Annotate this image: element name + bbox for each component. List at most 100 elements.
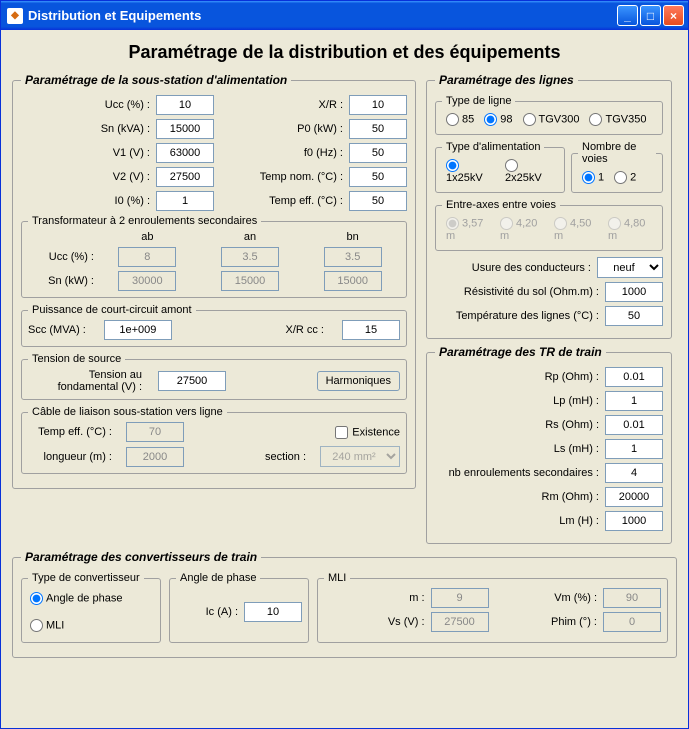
scc-group: Puissance de court-circuit amont Scc (MV… [21,304,407,347]
maximize-button[interactable]: □ [640,5,661,26]
cable-exist-label[interactable]: Existence [335,426,400,439]
cable-legend: Câble de liaison sous-station vers ligne [28,406,227,418]
ls-input[interactable] [605,439,663,459]
wear-label: Usure des conducteurs : [435,262,597,274]
v2-input[interactable] [156,167,214,187]
mli-m-label: m : [324,592,431,604]
gap-480: 4,80 m [608,217,652,242]
rm-input[interactable] [605,487,663,507]
v1-label: V1 (V) : [21,147,156,159]
close-button[interactable]: × [663,5,684,26]
line-type-85[interactable]: 85 [446,113,474,126]
cable-exist-checkbox[interactable] [335,426,348,439]
client-area: Paramétrage de la distribution et des éq… [4,30,685,725]
xfmr-ucc-label: Ucc (%) : [28,251,100,263]
scc-legend: Puissance de court-circuit amont [28,304,196,316]
lm-label: Lm (H) : [435,515,605,527]
source-fund-input[interactable] [158,371,226,391]
feed-2x25[interactable]: 2x25kV [505,159,554,184]
xr-input[interactable] [349,95,407,115]
v2-label: V2 (V) : [21,171,156,183]
source-fund-label: Tension au fondamental (V) : [28,369,148,393]
lp-input[interactable] [605,391,663,411]
lines-legend: Paramétrage des lignes [435,73,578,87]
v1-input[interactable] [156,143,214,163]
gap-legend: Entre-axes entre voies [442,199,560,211]
traintr-legend: Paramétrage des TR de train [435,345,606,359]
i0-label: I0 (%) : [21,195,156,207]
titlebar: ◆ Distribution et Equipements _ □ × [1,1,688,30]
ucc-input[interactable] [156,95,214,115]
wear-select[interactable]: neuf [597,257,663,278]
rm-label: Rm (Ohm) : [435,491,605,503]
rp-input[interactable] [605,367,663,387]
f0-input[interactable] [349,143,407,163]
sn-input[interactable] [156,119,214,139]
feed-group: Type d'alimentation 1x25kV 2x25kV [435,141,565,193]
gap-450: 4,50 m [554,217,598,242]
mli-m-input [431,588,489,608]
xfmr-hdr-an: an [203,231,298,243]
conv-type-mli[interactable]: MLI [30,619,152,632]
f0-label: f0 (Hz) : [214,147,349,159]
mli-vm-label: Vm (%) : [497,592,604,604]
conv-legend: Paramétrage des convertisseurs de train [21,550,261,564]
xfmr-sn-an [221,271,279,291]
xrcc-input[interactable] [342,320,400,340]
page-title: Paramétrage de la distribution et des éq… [12,42,677,63]
conv-type-legend: Type de convertisseur [28,572,144,584]
tnom-label: Temp nom. (°C) : [214,171,349,183]
app-icon: ◆ [7,8,23,24]
cable-len-label: longueur (m) : [28,451,118,463]
conv-phase-legend: Angle de phase [176,572,260,584]
traintr-group: Paramétrage des TR de train Rp (Ohm) : L… [426,345,672,544]
line-type-tgv300[interactable]: TGV300 [523,113,580,126]
xfmr-legend: Transformateur à 2 enroulements secondai… [28,215,261,227]
conv-type-phase[interactable]: Angle de phase [30,592,152,605]
sn-label: Sn (kVA) : [21,123,156,135]
cable-teff-label: Temp eff. (°C) : [28,426,118,438]
tracks-2[interactable]: 2 [614,171,636,184]
mli-vs-label: Vs (V) : [324,616,431,628]
i0-input[interactable] [156,191,214,211]
xfmr-ucc-an [221,247,279,267]
mli-vm-input [603,588,661,608]
line-type-legend: Type de ligne [442,95,515,107]
p0-input[interactable] [349,119,407,139]
scc-input[interactable] [104,320,172,340]
minimize-button[interactable]: _ [617,5,638,26]
xfmr-hdr-bn: bn [305,231,400,243]
conv-mli-group: MLI m : Vs (V) : Vm (%) : Phim (°) : [317,572,668,643]
gap-420: 4,20 m [500,217,544,242]
line-type-98[interactable]: 98 [484,113,512,126]
rp-label: Rp (Ohm) : [435,371,605,383]
substation-group: Paramétrage de la sous-station d'aliment… [12,73,416,489]
xfmr-sn-bn [324,271,382,291]
harmonics-button[interactable]: Harmoniques [317,371,400,391]
lm-input[interactable] [605,511,663,531]
line-type-tgv350[interactable]: TGV350 [589,113,646,126]
rs-input[interactable] [605,415,663,435]
ic-input[interactable] [244,602,302,622]
feed-1x25[interactable]: 1x25kV [446,159,495,184]
xfmr-ucc-bn [324,247,382,267]
teff-input[interactable] [349,191,407,211]
tracks-1[interactable]: 1 [582,171,604,184]
xr-label: X/R : [214,99,349,111]
lines-group: Paramétrage des lignes Type de ligne 85 … [426,73,672,339]
resist-input[interactable] [605,282,663,302]
tracks-legend: Nombre de voies [578,141,656,165]
window: ◆ Distribution et Equipements _ □ × Para… [0,0,689,729]
window-title: Distribution et Equipements [28,8,617,23]
tnom-input[interactable] [349,167,407,187]
xfmr-sn-label: Sn (kW) : [28,275,100,287]
cable-sec-select: 240 mm² [320,446,400,467]
scc-label: Scc (MVA) : [28,324,92,336]
tracks-group: Nombre de voies 1 2 [571,141,663,193]
line-type-group: Type de ligne 85 98 TGV300 TGV350 [435,95,663,135]
linetemp-input[interactable] [605,306,663,326]
p0-label: P0 (kW) : [214,123,349,135]
linetemp-label: Température des lignes (°C) : [435,310,605,322]
xfmr-sn-ab [118,271,176,291]
nbenr-input[interactable] [605,463,663,483]
